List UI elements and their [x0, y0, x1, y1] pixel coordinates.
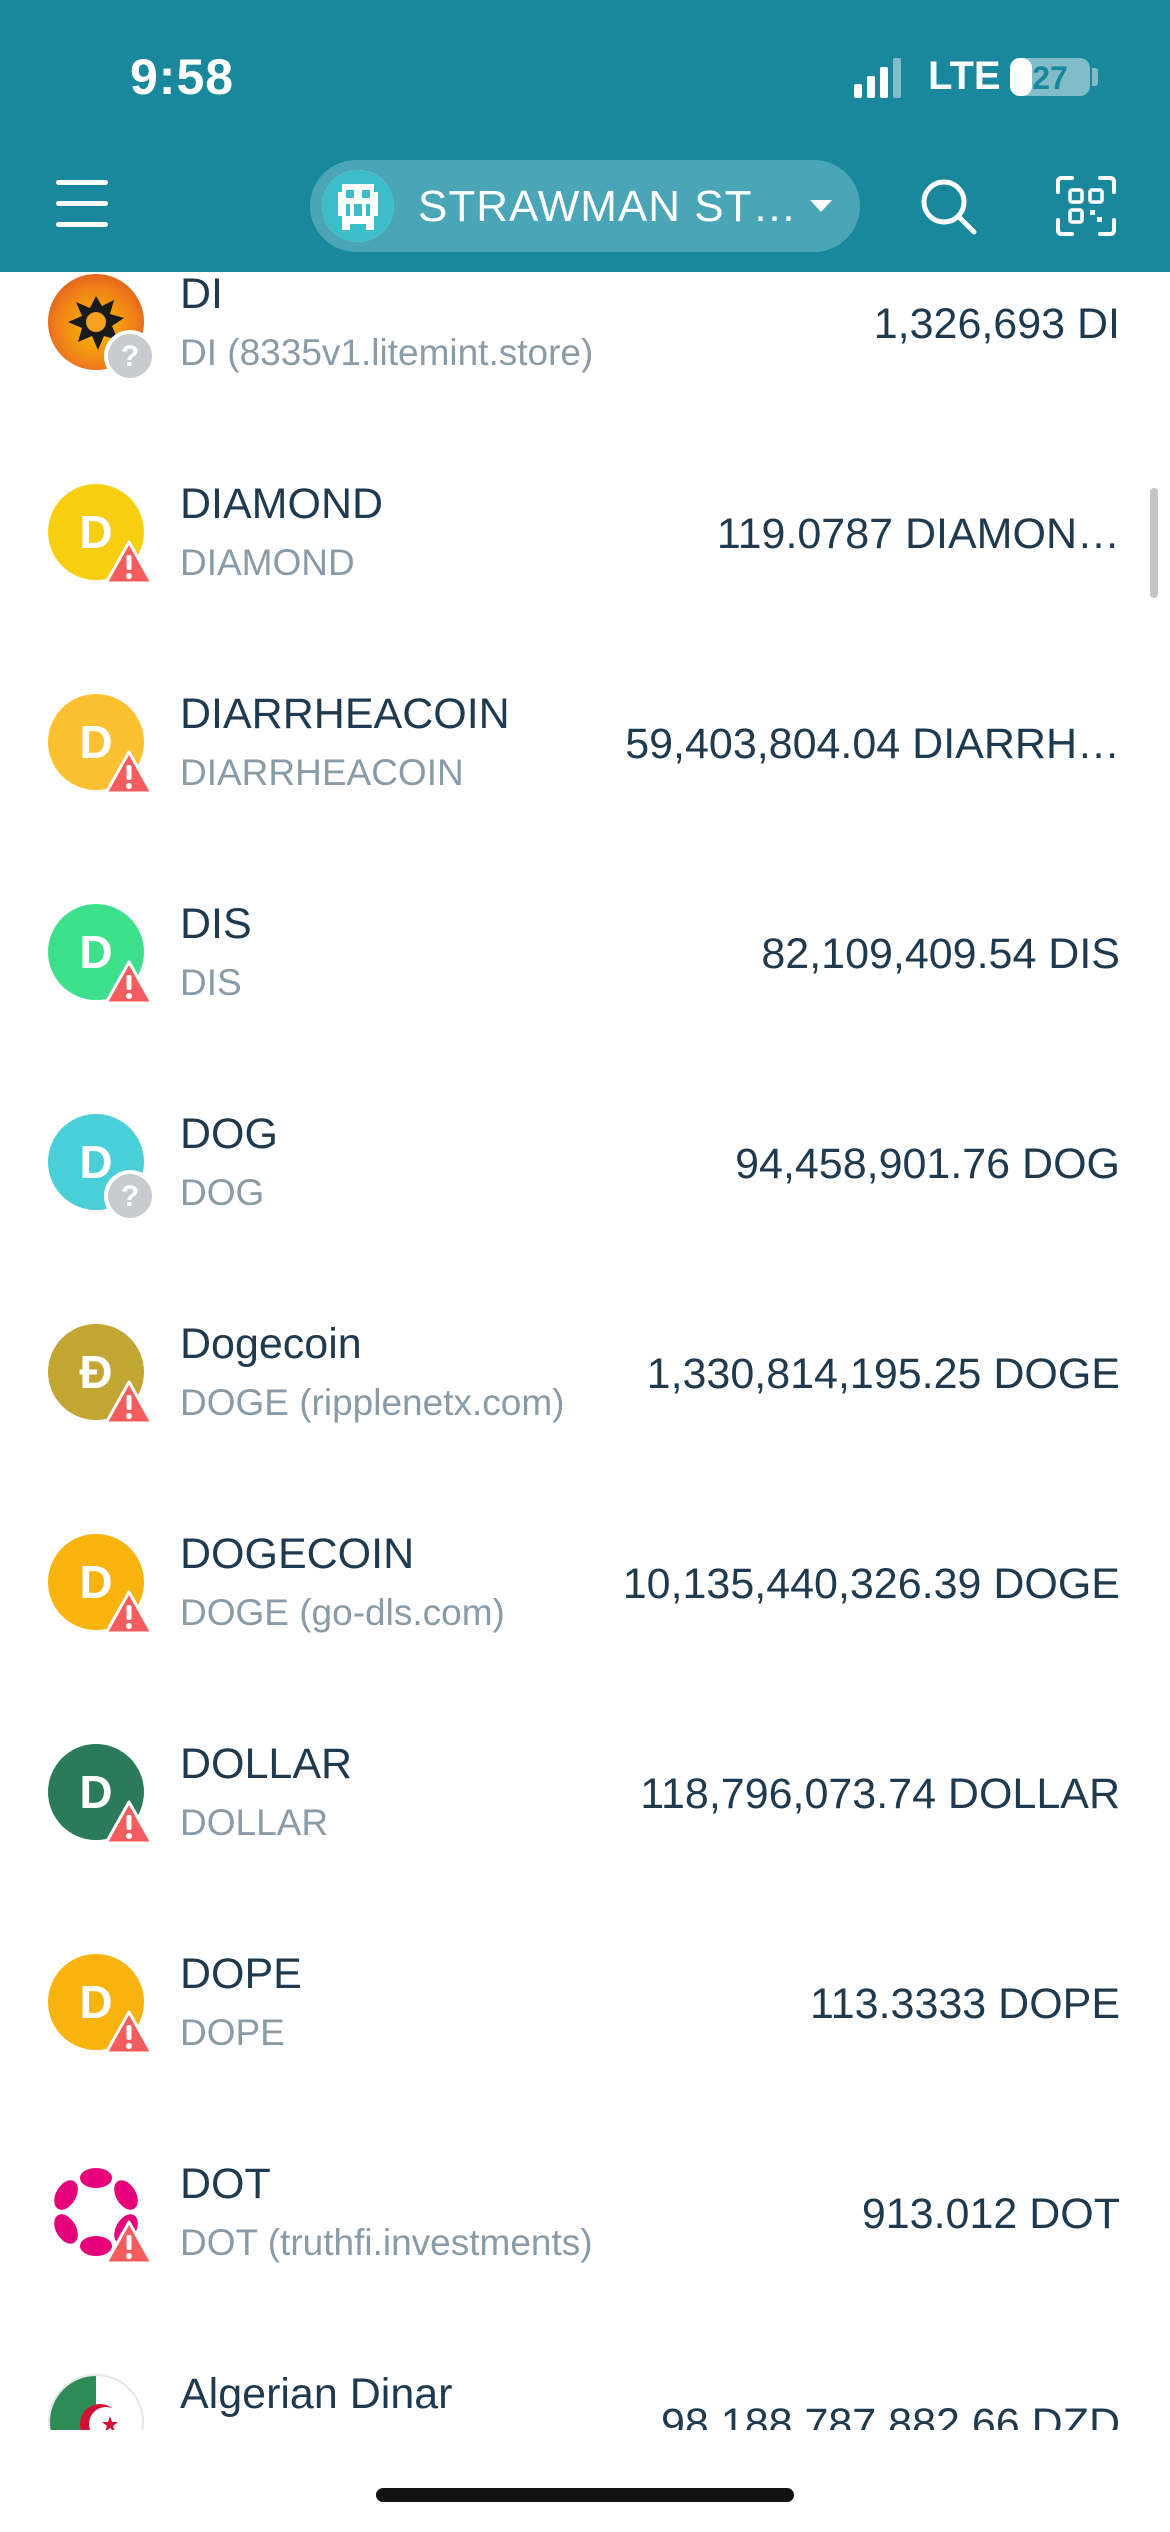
home-indicator[interactable] — [376, 2488, 794, 2502]
algeria-flag-icon — [80, 2404, 123, 2430]
token-issuer: DOLLAR — [180, 1802, 329, 1843]
token-balance: 98,188,787,882.66 DZD — [661, 2400, 1120, 2430]
token-icon — [48, 2374, 144, 2430]
warning-icon — [104, 750, 154, 795]
token-list[interactable]: ? DI DI (8335v1.litemint.store) 1,326,693 D… — [0, 272, 1170, 2430]
menu-icon — [56, 180, 108, 185]
token-balance: 59,403,804.04 DIARRH… — [625, 720, 1120, 768]
menu-icon — [56, 222, 108, 227]
token-icon — [48, 2164, 154, 2265]
token-issuer: DIAMOND — [180, 542, 355, 583]
token-row[interactable]: Algerian Dinar 98,188,787,882.66 DZD — [0, 2312, 1170, 2430]
token-balance: 1,326,693 DI — [873, 300, 1120, 348]
token-issuer: DOGE (ripplenetx.com) — [180, 1382, 565, 1423]
network-type: LTE — [928, 54, 1001, 98]
menu-button[interactable] — [52, 178, 112, 230]
token-name: DI — [180, 272, 223, 318]
pixel-avatar-icon — [322, 170, 394, 242]
token-balance: 119.0787 DIAMON… — [716, 510, 1120, 558]
token-row[interactable]: D DIAMOND DIAMOND 119.0787 DIAMON… — [0, 422, 1170, 632]
unknown-status-icon: ? — [104, 330, 156, 382]
battery-icon: 27 — [1010, 58, 1090, 96]
token-balance: 82,109,409.54 DIS — [761, 930, 1120, 978]
token-name: DIARRHEACOIN — [180, 690, 510, 738]
warning-icon — [104, 2010, 154, 2055]
unknown-status-icon: ? — [104, 1170, 156, 1222]
token-balance: 10,135,440,326.39 DOGE — [622, 1560, 1120, 1608]
token-row[interactable]: D DOLLAR DOLLAR 118,796,073.74 DOLLAR — [0, 1682, 1170, 1892]
token-issuer: DOPE — [180, 2012, 285, 2053]
question-mark: ? — [120, 1180, 140, 1213]
token-balance: 113.3333 DOPE — [810, 1980, 1120, 2028]
token-issuer: DIARRHEACOIN — [180, 752, 464, 793]
search-icon[interactable] — [916, 174, 980, 238]
token-issuer: DI (8335v1.litemint.store) — [180, 332, 594, 373]
token-row[interactable]: D DIS DIS 82,109,409.54 DIS — [0, 842, 1170, 1052]
cellular-signal-icon — [854, 58, 901, 98]
token-name: Dogecoin — [180, 1320, 362, 1368]
token-row[interactable]: ? DI DI (8335v1.litemint.store) 1,326,693 D… — [0, 272, 1170, 422]
token-row[interactable]: Ð Dogecoin DOGE (ripplenetx.com) 1,330,814,… — [0, 1262, 1170, 1472]
token-name: DOT — [180, 2160, 271, 2208]
token-balance: 118,796,073.74 DOLLAR — [640, 1770, 1120, 1818]
qr-scan-icon[interactable] — [1054, 174, 1118, 238]
chevron-down-icon — [810, 200, 832, 212]
token-icon: ? — [48, 274, 156, 382]
token-row[interactable]: D DIARRHEACOIN DIARRHEACOIN 59,403,804.04 D… — [0, 632, 1170, 842]
token-issuer: DOG — [180, 1172, 265, 1213]
token-icon: D — [48, 1744, 154, 1845]
menu-icon — [56, 201, 108, 206]
token-icon: D — [48, 904, 154, 1005]
token-icon: Ð — [48, 1324, 154, 1425]
token-icon: D — [48, 484, 154, 585]
account-avatar — [322, 170, 394, 242]
token-row[interactable]: DOT DOT (truthfi.investments) 913.012 DOT — [0, 2102, 1170, 2312]
token-name: Algerian Dinar — [180, 2370, 453, 2418]
account-name: STRAWMAN ST… — [418, 182, 798, 231]
top-bar: 9:58 LTE 27 STRAWMAN ST… — [0, 0, 1170, 272]
battery-tip — [1092, 68, 1098, 86]
warning-icon — [104, 960, 154, 1005]
token-icon: D — [48, 1954, 154, 2055]
token-balance: 913.012 DOT — [861, 2190, 1120, 2238]
token-issuer: DOGE (go-dls.com) — [180, 1592, 505, 1633]
token-name: DIS — [180, 900, 252, 948]
warning-icon — [104, 1380, 154, 1425]
account-switcher[interactable]: STRAWMAN ST… — [310, 160, 860, 252]
token-row[interactable]: D DOGECOIN DOGE (go-dls.com) 10,135,440,326… — [0, 1472, 1170, 1682]
warning-icon — [104, 2220, 154, 2265]
warning-icon — [104, 1590, 154, 1635]
token-name: DOLLAR — [180, 1740, 353, 1788]
token-icon: D — [48, 1534, 154, 1635]
scrollbar[interactable] — [1150, 488, 1158, 598]
status-time: 9:58 — [130, 49, 235, 105]
token-name: DIAMOND — [180, 480, 384, 528]
token-name: DOPE — [180, 1950, 302, 1998]
battery-percent: 27 — [1032, 60, 1068, 96]
token-icon: D? — [48, 1114, 156, 1222]
token-name: DOGECOIN — [180, 1530, 415, 1578]
question-mark: ? — [120, 340, 140, 373]
token-icon: D — [48, 694, 154, 795]
token-row[interactable]: D DOPE DOPE 113.3333 DOPE — [0, 1892, 1170, 2102]
token-balance: 94,458,901.76 DOG — [735, 1140, 1120, 1188]
token-issuer: DOT (truthfi.investments) — [180, 2222, 593, 2263]
token-name: DOG — [180, 1110, 278, 1158]
warning-icon — [104, 1800, 154, 1845]
token-balance: 1,330,814,195.25 DOGE — [646, 1350, 1120, 1398]
token-row[interactable]: D? DOG DOG 94,458,901.76 DOG — [0, 1052, 1170, 1262]
token-issuer: DIS — [180, 962, 242, 1003]
warning-icon — [104, 540, 154, 585]
